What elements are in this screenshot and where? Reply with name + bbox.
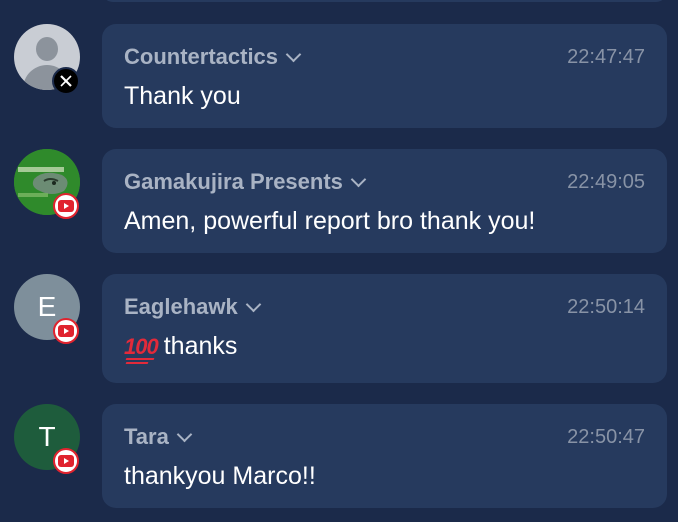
timestamp: 22:50:14 bbox=[567, 296, 645, 318]
author-name: Countertactics bbox=[124, 44, 279, 69]
user-silhouette-icon bbox=[36, 37, 58, 61]
author-name-button[interactable]: Countertactics bbox=[124, 44, 302, 70]
youtube-icon bbox=[53, 318, 79, 344]
message-text-content: thanks bbox=[163, 332, 238, 360]
chevron-down-icon[interactable] bbox=[350, 171, 367, 187]
author-name: Tara bbox=[124, 424, 169, 449]
message-text: 100 thanks bbox=[124, 332, 238, 364]
timestamp: 22:47:47 bbox=[567, 46, 645, 68]
x-icon bbox=[52, 67, 80, 95]
message-bubble: Tara 22:50:47 thankyou Marco!! bbox=[102, 404, 667, 508]
previous-message-bubble bbox=[102, 0, 667, 2]
message-bubble: Gamakujira Presents 22:49:05 Amen, power… bbox=[102, 149, 667, 253]
message-text: Amen, powerful report bro thank you! bbox=[124, 207, 536, 235]
timestamp: 22:50:47 bbox=[567, 426, 645, 448]
chevron-down-icon[interactable] bbox=[176, 426, 193, 442]
timestamp: 22:49:05 bbox=[567, 171, 645, 193]
author-name-button[interactable]: Eaglehawk bbox=[124, 294, 261, 320]
avatar-letter: E bbox=[37, 291, 57, 322]
youtube-icon bbox=[53, 448, 79, 474]
message-text: thankyou Marco!! bbox=[124, 462, 316, 490]
author-name: Eaglehawk bbox=[124, 294, 238, 319]
chat-feed: Countertactics 22:47:47 Thank you Gamaku… bbox=[0, 0, 678, 522]
author-name-button[interactable]: Tara bbox=[124, 424, 193, 450]
chevron-down-icon[interactable] bbox=[285, 46, 302, 62]
author-name: Gamakujira Presents bbox=[124, 169, 343, 194]
author-name-button[interactable]: Gamakujira Presents bbox=[124, 169, 367, 195]
avatar-letter: T bbox=[38, 421, 56, 452]
message-bubble: Eaglehawk 22:50:14 100 thanks bbox=[102, 274, 667, 383]
message-bubble: Countertactics 22:47:47 Thank you bbox=[102, 24, 667, 128]
chevron-down-icon[interactable] bbox=[245, 296, 261, 312]
message-text: Thank you bbox=[124, 82, 241, 110]
hundred-points-icon: 100 bbox=[124, 334, 159, 364]
youtube-icon bbox=[53, 193, 79, 219]
